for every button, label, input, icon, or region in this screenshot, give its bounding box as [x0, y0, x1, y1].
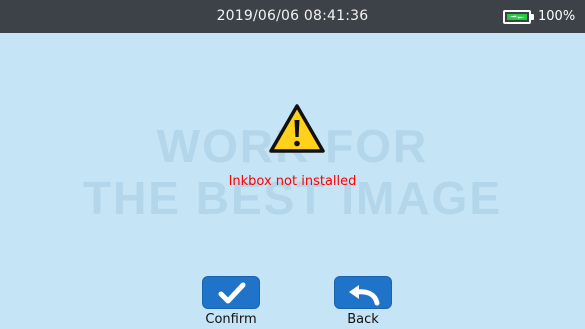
checkmark-icon	[218, 282, 246, 304]
battery-fill	[507, 14, 527, 20]
back-button[interactable]	[334, 276, 392, 309]
warning-icon	[269, 104, 325, 153]
back-arrow-icon	[349, 285, 380, 306]
confirm-button[interactable]	[202, 276, 260, 309]
battery-percent: 100%	[538, 9, 576, 24]
status-bar: 2019/06/06 08:41:36 100%	[0, 0, 585, 33]
back-label: Back	[347, 312, 379, 327]
confirm-label: Confirm	[205, 312, 257, 327]
battery-tip	[531, 14, 534, 20]
charging-bolt-icon	[509, 15, 525, 19]
datetime-display: 2019/06/06 08:41:36	[216, 8, 369, 24]
battery-charging-icon	[503, 10, 531, 24]
error-message: Inkbox not installed	[228, 174, 357, 189]
